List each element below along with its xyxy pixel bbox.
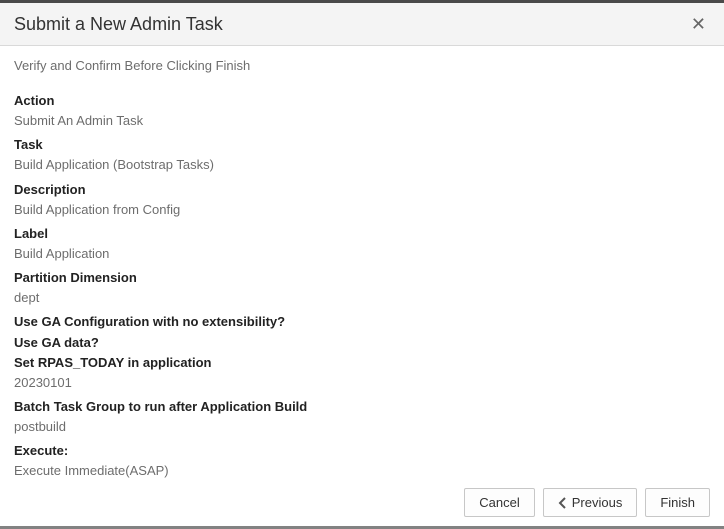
rpas-value: 20230101 xyxy=(14,373,710,393)
dialog-content: Verify and Confirm Before Clicking Finis… xyxy=(0,46,724,482)
action-value: Submit An Admin Task xyxy=(14,111,710,131)
task-label: Task xyxy=(14,135,710,155)
subtitle-text: Verify and Confirm Before Clicking Finis… xyxy=(14,58,710,73)
cancel-button[interactable]: Cancel xyxy=(464,488,534,517)
cancel-button-label: Cancel xyxy=(479,495,519,510)
description-label: Description xyxy=(14,180,710,200)
execute-label: Execute: xyxy=(14,441,710,461)
finish-button-label: Finish xyxy=(660,495,695,510)
ga-config-label: Use GA Configuration with no extensibili… xyxy=(14,312,710,332)
batch-value: postbuild xyxy=(14,417,710,437)
label-label: Label xyxy=(14,224,710,244)
label-value: Build Application xyxy=(14,244,710,264)
finish-button[interactable]: Finish xyxy=(645,488,710,517)
previous-button[interactable]: Previous xyxy=(543,488,638,517)
previous-button-label: Previous xyxy=(572,495,623,510)
description-value: Build Application from Config xyxy=(14,200,710,220)
dialog-header: Submit a New Admin Task ✕ xyxy=(0,3,724,46)
execute-value: Execute Immediate(ASAP) xyxy=(14,461,710,481)
partition-value: dept xyxy=(14,288,710,308)
dialog-title: Submit a New Admin Task xyxy=(14,14,223,35)
task-value: Build Application (Bootstrap Tasks) xyxy=(14,155,710,175)
partition-label: Partition Dimension xyxy=(14,268,710,288)
chevron-left-icon xyxy=(558,497,568,509)
ga-data-label: Use GA data? xyxy=(14,333,710,353)
rpas-label: Set RPAS_TODAY in application xyxy=(14,353,710,373)
close-icon: ✕ xyxy=(691,14,706,34)
action-label: Action xyxy=(14,91,710,111)
dialog-footer: Cancel Previous Finish xyxy=(464,488,710,517)
close-button[interactable]: ✕ xyxy=(687,13,710,35)
batch-label: Batch Task Group to run after Applicatio… xyxy=(14,397,710,417)
